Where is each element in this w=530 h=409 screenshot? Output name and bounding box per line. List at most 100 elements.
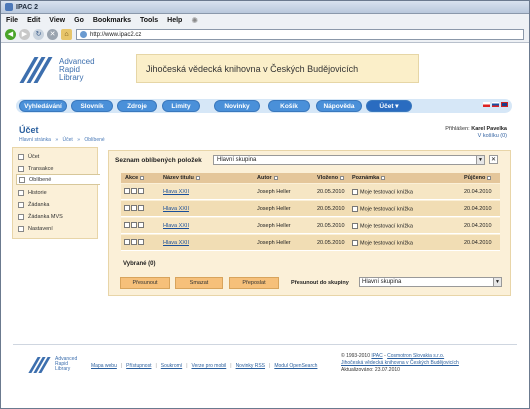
footer-logo[interactable]: Advanced Rapid Library bbox=[28, 356, 77, 373]
remove-icon[interactable] bbox=[138, 205, 144, 211]
col-poznamka[interactable]: Poznámka bbox=[352, 175, 386, 181]
col-pujceno[interactable]: Půjčeno bbox=[464, 175, 492, 181]
col-autor[interactable]: Autor bbox=[257, 175, 278, 181]
footer-link-mobil[interactable]: Verze pro mobil bbox=[192, 363, 227, 369]
breadcrumb-home[interactable]: Hlavní stránka bbox=[19, 137, 51, 143]
sidebar-item-nastaveni[interactable]: Nastavení bbox=[16, 223, 98, 234]
row-title-link[interactable]: Hlava XXII bbox=[163, 189, 189, 195]
select-checkbox[interactable] bbox=[124, 222, 130, 228]
language-flags bbox=[481, 102, 508, 107]
address-bar[interactable]: http://www.ipac2.cz bbox=[76, 29, 524, 40]
ipac-link[interactable]: IPAC bbox=[371, 353, 382, 359]
tab-slovnik[interactable]: Slovník bbox=[71, 100, 113, 112]
row-borrowed: 20.04.2010 bbox=[464, 206, 492, 212]
row-borrowed: 20.04.2010 bbox=[464, 240, 492, 246]
tab-kosik[interactable]: Košík bbox=[268, 100, 310, 112]
remove-icon[interactable] bbox=[138, 222, 144, 228]
reload-icon[interactable]: ↻ bbox=[33, 28, 44, 40]
sidebar-item-historie[interactable]: Historie bbox=[16, 187, 98, 198]
tab-ucet[interactable]: Účet ▾ bbox=[366, 100, 412, 112]
back-icon[interactable]: ◀ bbox=[5, 28, 16, 40]
move-to-group-select[interactable]: Hlavní skupina ▼ bbox=[359, 277, 502, 287]
col-vlozeno[interactable]: Vloženo bbox=[317, 175, 345, 181]
close-group-icon[interactable]: ✕ bbox=[489, 155, 498, 164]
stop-icon[interactable]: ✕ bbox=[47, 28, 58, 40]
forward-icon[interactable]: ▶ bbox=[19, 28, 30, 40]
col-akce[interactable]: Akce bbox=[125, 175, 145, 181]
menu-view[interactable]: View bbox=[49, 17, 65, 24]
menu-bar: File Edit View Go Bookmarks Tools Help ✺ bbox=[1, 14, 529, 26]
home-icon[interactable]: ⌂ bbox=[61, 28, 72, 40]
favorites-group-select[interactable]: Hlavní skupina ▼ bbox=[213, 155, 485, 165]
row-title-link[interactable]: Hlava XXII bbox=[163, 240, 189, 246]
banner-text: Jihočeská vědecká knihovna v Českých Bud… bbox=[146, 63, 359, 74]
tab-zdroje[interactable]: Zdroje bbox=[117, 100, 157, 112]
menu-go[interactable]: Go bbox=[74, 17, 84, 24]
move-to-group-label: Přesunout do skupiny bbox=[291, 280, 349, 286]
library-link[interactable]: Jihočeská vědecká knihovna v Českých Bud… bbox=[341, 360, 459, 366]
delete-button[interactable]: Smazat bbox=[175, 277, 223, 289]
tab-novinky[interactable]: Novinky bbox=[214, 100, 260, 112]
navigation-toolbar: ◀ ▶ ↻ ✕ ⌂ http://www.ipac2.cz bbox=[1, 26, 529, 43]
breadcrumb: Hlavní stránka » Účet » Oblíbené bbox=[19, 137, 108, 143]
account-sidebar: Účet Transakce Oblíbené Historie Žádanka… bbox=[12, 147, 100, 239]
star-icon[interactable] bbox=[131, 222, 137, 228]
logged-label: Přihlášen: bbox=[445, 126, 472, 132]
flag-en-icon[interactable] bbox=[501, 102, 508, 107]
tab-napoveda[interactable]: Nápověda bbox=[316, 100, 362, 112]
sidebar-item-oblibene[interactable]: Oblíbené bbox=[16, 174, 100, 185]
page-title: Účet bbox=[19, 125, 39, 135]
library-banner: Jihočeská vědecká knihovna v Českých Bud… bbox=[136, 54, 419, 83]
row-title-link[interactable]: Hlava XXII bbox=[163, 206, 189, 212]
remove-icon[interactable] bbox=[138, 239, 144, 245]
user-name: Karel Pavelka bbox=[471, 126, 507, 132]
footer-info: © 1993-2010 IPAC - Cosmotron Slovakia s.… bbox=[341, 353, 459, 373]
row-note[interactable]: Moje testovací knížka bbox=[352, 240, 413, 246]
row-borrowed: 20.04.2010 bbox=[464, 223, 492, 229]
tab-vyhledavani[interactable]: Vyhledávání bbox=[19, 100, 67, 112]
menu-bookmarks[interactable]: Bookmarks bbox=[93, 17, 131, 24]
menu-help[interactable]: Help bbox=[167, 17, 182, 24]
footer-link-pristupnost[interactable]: Přístupnost bbox=[126, 363, 151, 369]
star-icon[interactable] bbox=[131, 239, 137, 245]
breadcrumb-ucet[interactable]: Účet bbox=[63, 137, 73, 143]
select-checkbox[interactable] bbox=[124, 188, 130, 194]
sidebar-item-transakce[interactable]: Transakce bbox=[16, 163, 98, 174]
row-title-link[interactable]: Hlava XXII bbox=[163, 223, 189, 229]
remove-icon[interactable] bbox=[138, 188, 144, 194]
sort-icon bbox=[140, 176, 145, 180]
site-logo[interactable]: Advanced Rapid Library bbox=[19, 57, 95, 83]
select-checkbox[interactable] bbox=[124, 239, 130, 245]
tab-limity[interactable]: Limity bbox=[162, 100, 200, 112]
row-added: 20.05.2010 bbox=[317, 223, 345, 229]
select-checkbox[interactable] bbox=[124, 205, 130, 211]
footer-link-soukromi[interactable]: Soukromí bbox=[161, 363, 182, 369]
chevron-down-icon: ▼ bbox=[476, 156, 484, 164]
forward-button[interactable]: Přeposlat bbox=[229, 277, 279, 289]
menu-edit[interactable]: Edit bbox=[27, 17, 40, 24]
window-title: IPAC 2 bbox=[16, 3, 39, 11]
sidebar-item-ucet[interactable]: Účet bbox=[16, 151, 98, 162]
sidebar-item-zadanka-mvs[interactable]: Žádanka MVS bbox=[16, 211, 98, 222]
footer-link-mapa[interactable]: Mapa webu bbox=[91, 363, 117, 369]
sidebar-item-zadanka[interactable]: Žádanka bbox=[16, 199, 98, 210]
cart-link[interactable]: V košíku (0) bbox=[445, 133, 507, 140]
footer-link-rss[interactable]: Novinky RSS bbox=[236, 363, 265, 369]
row-note[interactable]: Moje testovací knížka bbox=[352, 189, 413, 195]
menu-tools[interactable]: Tools bbox=[140, 17, 158, 24]
flag-sk-icon[interactable] bbox=[492, 102, 499, 107]
move-button[interactable]: Přesunout bbox=[120, 277, 170, 289]
footer-link-opensearch[interactable]: Modul OpenSearch bbox=[274, 363, 317, 369]
star-icon[interactable] bbox=[131, 188, 137, 194]
row-added: 20.05.2010 bbox=[317, 240, 345, 246]
menu-file[interactable]: File bbox=[6, 17, 18, 24]
edit-note-icon bbox=[352, 223, 358, 229]
star-icon[interactable] bbox=[131, 205, 137, 211]
flag-cz-icon[interactable] bbox=[483, 102, 490, 107]
company-link[interactable]: Cosmotron Slovakia s.r.o. bbox=[387, 353, 444, 359]
row-note[interactable]: Moje testovací knížka bbox=[352, 206, 413, 212]
col-nazev[interactable]: Název titulu bbox=[163, 175, 200, 181]
row-added: 20.05.2010 bbox=[317, 206, 345, 212]
row-note[interactable]: Moje testovací knížka bbox=[352, 223, 413, 229]
breadcrumb-separator: » bbox=[55, 137, 59, 143]
